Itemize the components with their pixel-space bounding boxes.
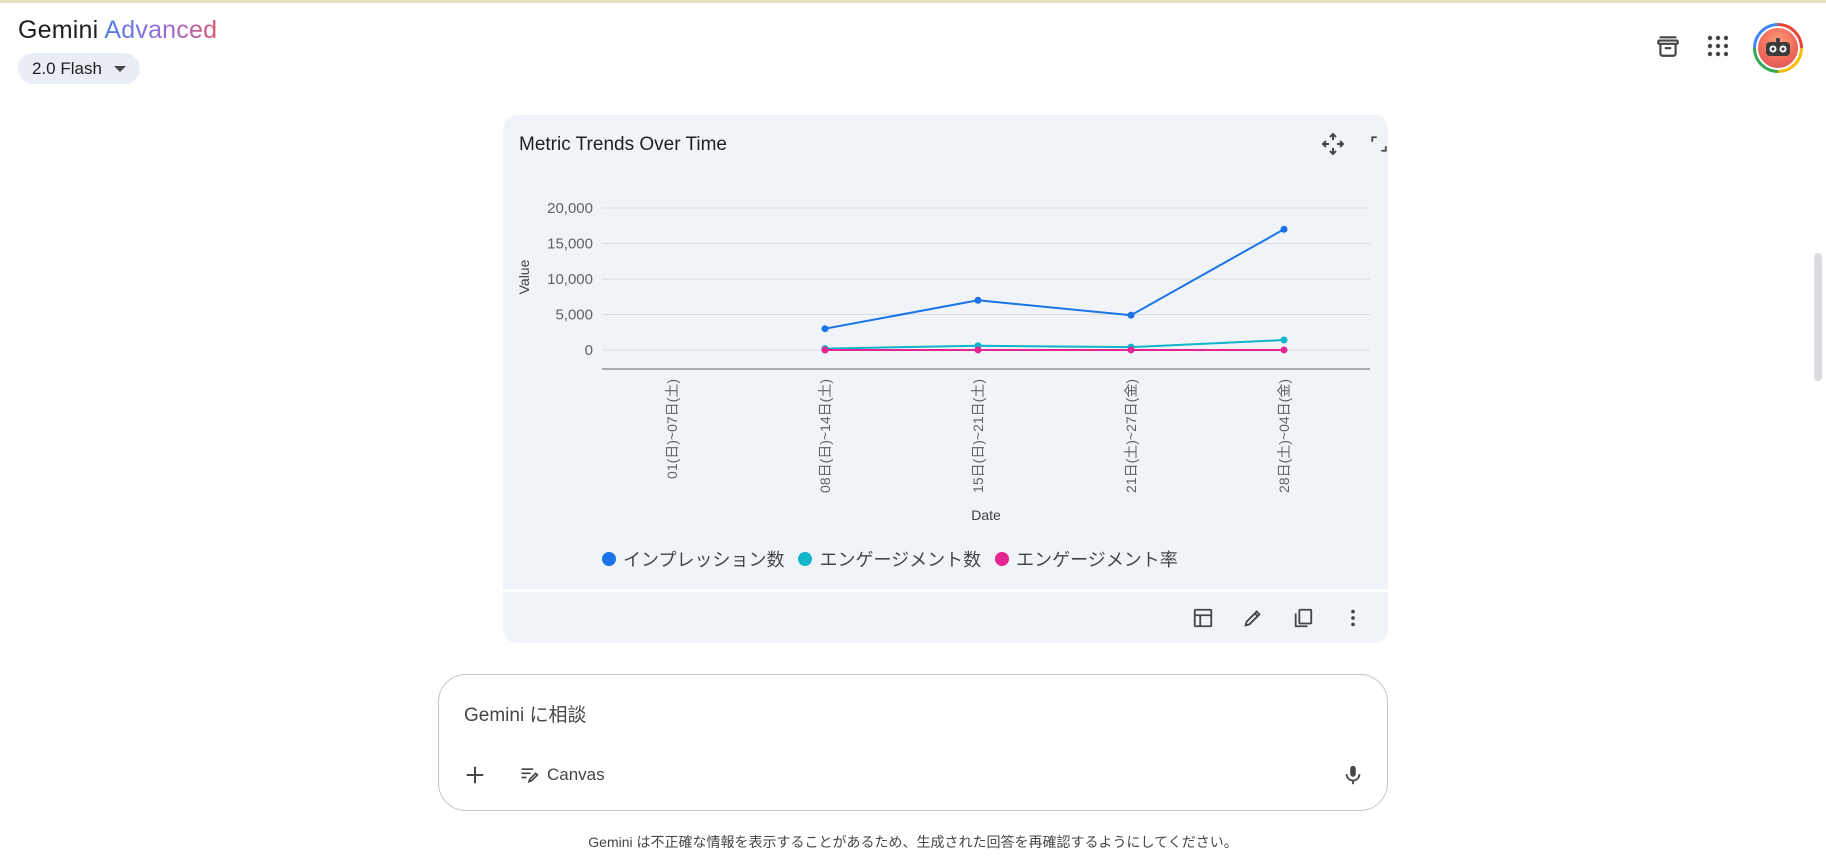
- prompt-box[interactable]: Gemini に相談 Canvas: [438, 674, 1388, 811]
- data-point[interactable]: [821, 325, 829, 333]
- legend-item[interactable]: エンゲージメント率: [995, 546, 1178, 572]
- legend-item[interactable]: インプレッション数: [602, 546, 784, 572]
- prompt-input[interactable]: Gemini に相談: [464, 700, 586, 727]
- data-point[interactable]: [1280, 225, 1288, 233]
- legend-swatch: [798, 552, 813, 566]
- legend-item[interactable]: エンゲージメント数: [798, 546, 981, 572]
- canvas-label: Canvas: [547, 765, 605, 784]
- data-point[interactable]: [974, 346, 982, 354]
- more-options-button[interactable]: [1337, 602, 1369, 634]
- legend-swatch: [995, 552, 1010, 566]
- x-tick-label: 21日(土)~27日(金): [1123, 379, 1139, 493]
- archive-icon: [1657, 36, 1679, 57]
- chart-legend: インプレッション数 エンゲージメント数 エンゲージメント率: [602, 546, 1178, 572]
- copy-button[interactable]: [1287, 602, 1319, 634]
- add-attachment-button[interactable]: [459, 759, 491, 791]
- copy-icon: [1294, 608, 1313, 628]
- top-border: [0, 0, 1826, 3]
- line-chart: 20,000 15,000 10,000 5,000 0 01(日)~07日(土) 08日(…: [516, 200, 1370, 523]
- data-point[interactable]: [1127, 346, 1135, 354]
- x-tick-label: 28日(土)~04日(金): [1276, 379, 1292, 493]
- legend-label: エンゲージメント率: [1016, 550, 1178, 570]
- legend-swatch: [602, 552, 616, 566]
- account-avatar[interactable]: [1753, 23, 1803, 73]
- x-tick-label: 08日(日)~14日(土): [817, 379, 833, 493]
- brand-main: Gemini: [18, 16, 99, 44]
- apps-grid-icon: [1707, 35, 1729, 57]
- edit-button[interactable]: [1237, 602, 1269, 634]
- table-view-button[interactable]: [1187, 602, 1219, 634]
- avatar-image: [1756, 26, 1800, 70]
- app-brand: Gemini Advanced: [18, 16, 217, 45]
- disclaimer-text: Gemini は不正確な情報を表示することがあるため、生成された回答を再確認する…: [588, 834, 1238, 850]
- x-tick-label: 01(日)~07日(土): [664, 379, 680, 479]
- robot-icon: [1766, 38, 1790, 56]
- chart-series: [821, 225, 1288, 354]
- data-point[interactable]: [1280, 346, 1288, 354]
- y-axis-title: Value: [516, 259, 532, 294]
- x-axis-title: Date: [971, 507, 1001, 523]
- y-tick-label: 0: [585, 342, 593, 359]
- canvas-edit-icon: [521, 768, 539, 783]
- y-tick-label: 10,000: [547, 271, 593, 288]
- data-point[interactable]: [974, 296, 982, 304]
- model-label: 2.0 Flash: [32, 58, 102, 78]
- microphone-icon: [1345, 765, 1361, 785]
- chevron-down-icon: [113, 65, 126, 72]
- legend-label: エンゲージメント数: [819, 550, 982, 570]
- y-tick-label: 20,000: [547, 200, 593, 217]
- microphone-button[interactable]: [1337, 759, 1369, 791]
- chart-labels: 20,000 15,000 10,000 5,000 0 01(日)~07日(土) 08日(…: [516, 200, 1292, 523]
- series-line: [824, 339, 1285, 350]
- archive-button[interactable]: [1652, 30, 1684, 62]
- y-tick-label: 5,000: [555, 307, 593, 324]
- edit-icon: [1244, 610, 1261, 627]
- more-vert-icon: [1351, 609, 1355, 627]
- canvas-button[interactable]: Canvas: [519, 759, 605, 791]
- y-tick-label: 15,000: [547, 236, 593, 253]
- data-point[interactable]: [821, 346, 829, 354]
- data-point[interactable]: [1280, 336, 1288, 344]
- data-point[interactable]: [1127, 311, 1135, 319]
- plus-icon: [466, 766, 484, 784]
- scrollbar-thumb[interactable]: [1814, 253, 1822, 381]
- chart-card: Metric Trends Over Time 20,000 15,000 10,0…: [503, 115, 1388, 589]
- x-tick-label: 15日(日)~21日(土): [970, 379, 986, 493]
- legend-label: インプレッション数: [623, 550, 785, 570]
- chart-toolbar: [503, 592, 1388, 643]
- model-selector[interactable]: 2.0 Flash: [18, 53, 140, 84]
- apps-button[interactable]: [1702, 30, 1734, 62]
- brand-tier: Advanced: [104, 16, 218, 44]
- table-icon: [1193, 608, 1213, 628]
